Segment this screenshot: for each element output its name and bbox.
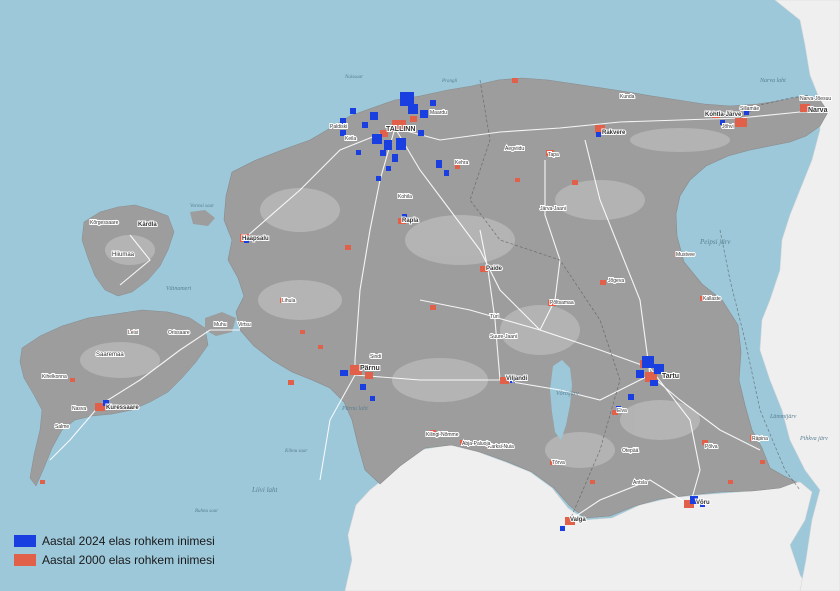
label-elva: Elva bbox=[617, 408, 627, 414]
label-orissaare: Orissaare bbox=[168, 330, 190, 336]
label-tartu: Tartu bbox=[662, 373, 679, 380]
label-saaremaa: Saaremaa bbox=[96, 352, 124, 358]
label-kunda: Kunda bbox=[620, 94, 635, 100]
legend-swatch-2024 bbox=[14, 534, 36, 547]
legend-item-2024: Aastal 2024 elas rohkem inimesi bbox=[14, 531, 215, 550]
vormsi-label: Vormsi saar bbox=[190, 204, 214, 209]
label-tallinn: TALLINN bbox=[386, 126, 415, 133]
label-salme: Salme bbox=[55, 424, 69, 430]
label-leisi: Leisi bbox=[128, 330, 138, 336]
vortsjarv-label: Võrtsjärv bbox=[556, 391, 579, 397]
peipsi-label: Peipsi järv bbox=[699, 238, 731, 246]
label-kohtla-jarve: Kohtla-Järve bbox=[705, 112, 742, 118]
label-rapla: Rapla bbox=[402, 218, 419, 224]
label-hiiumaa: Hiiumaa bbox=[112, 252, 135, 258]
label-rapina: Räpina bbox=[752, 436, 768, 442]
label-voru: Võru bbox=[696, 500, 710, 506]
narva-laht-label: Narva laht bbox=[759, 78, 786, 84]
legend-label-2024: Aastal 2024 elas rohkem inimesi bbox=[42, 533, 215, 548]
naissaar-label: Naissaar bbox=[344, 75, 363, 80]
label-sillamae: Sillamäe bbox=[740, 106, 759, 112]
pihkva-label: Pihkva järv bbox=[799, 436, 828, 442]
label-mustvee: Mustvee bbox=[676, 252, 695, 258]
label-paide: Paide bbox=[486, 266, 503, 272]
label-nasva: Nasva bbox=[72, 406, 86, 412]
label-karksi-nuia: Karksi-Nuia bbox=[488, 444, 514, 450]
label-suure-jaani: Suure-Jaani bbox=[490, 334, 517, 340]
kihnu-label: Kihnu saar bbox=[284, 449, 307, 454]
liivi-laht-label: Liivi laht bbox=[251, 486, 279, 494]
label-virtsu: Virtsu bbox=[238, 322, 251, 328]
label-narva: Narva bbox=[808, 107, 828, 114]
prangli-label: Prangli bbox=[441, 79, 458, 84]
label-antsla: Antsla bbox=[633, 480, 647, 486]
label-keila: Keila bbox=[345, 136, 356, 142]
label-torva: Tõrva bbox=[552, 460, 565, 466]
ruhnu-label: Ruhnu saar bbox=[194, 509, 218, 514]
label-turi: Türi bbox=[490, 314, 499, 320]
label-aegviidu: Aegviidu bbox=[505, 146, 524, 152]
label-sindi: Sindi bbox=[370, 354, 381, 360]
label-joegeva: Jõgeva bbox=[608, 278, 624, 284]
legend-label-2000: Aastal 2000 elas rohkem inimesi bbox=[42, 552, 215, 567]
label-maardu: Maardu bbox=[430, 110, 447, 116]
label-kilingi-nomme: Kilingi-Nõmme bbox=[426, 432, 459, 438]
label-abja-paluoja: Abja-Paluoja bbox=[462, 441, 491, 447]
label-lihula: Lihula bbox=[282, 298, 296, 304]
label-muhu: Muhu bbox=[214, 322, 227, 328]
label-kuressaare: Kuressaare bbox=[106, 405, 139, 411]
label-jarva-jaani: Järva-Jaani bbox=[540, 206, 566, 212]
valjamere-label: Väinameri bbox=[166, 286, 192, 292]
label-johvi: Jõhvi bbox=[722, 124, 734, 130]
label-kardla: Kärdla bbox=[138, 222, 157, 228]
legend-item-2000: Aastal 2000 elas rohkem inimesi bbox=[14, 550, 215, 569]
label-korgessaare: Kõrgessaare bbox=[90, 220, 119, 226]
label-paldiski: Paldiski bbox=[330, 124, 347, 130]
label-kihelkonna: Kihelkonna bbox=[42, 374, 67, 380]
label-narva-joesuu: Narva-Jõesuu bbox=[800, 96, 831, 102]
parnu-laht-label: Pärnu laht bbox=[341, 406, 368, 412]
label-viljandi: Viljandi bbox=[506, 376, 528, 382]
label-tapa: Tapa bbox=[548, 152, 559, 158]
label-rakvere: Rakvere bbox=[602, 130, 626, 136]
label-kallaste: Kallaste bbox=[703, 296, 721, 302]
label-kehra: Kehra bbox=[455, 160, 469, 166]
label-valga: Valga bbox=[570, 517, 586, 523]
label-otepaa: Otepää bbox=[622, 448, 639, 454]
label-haapsalu: Haapsalu bbox=[242, 236, 269, 242]
lammijarv-label: Lämmijärv bbox=[769, 414, 797, 420]
label-poltsamaa: Põltsamaa bbox=[550, 300, 574, 306]
label-polva: Põlva bbox=[705, 444, 718, 450]
map-legend: Aastal 2024 elas rohkem inimesi Aastal 2… bbox=[14, 531, 215, 569]
map-canvas: Peipsi järv Võrtsjärv Liivi laht Pärnu l… bbox=[0, 0, 840, 591]
legend-swatch-2000 bbox=[14, 553, 36, 566]
label-parnu: Pärnu bbox=[360, 365, 380, 372]
label-kohila: Kohila bbox=[398, 194, 412, 200]
